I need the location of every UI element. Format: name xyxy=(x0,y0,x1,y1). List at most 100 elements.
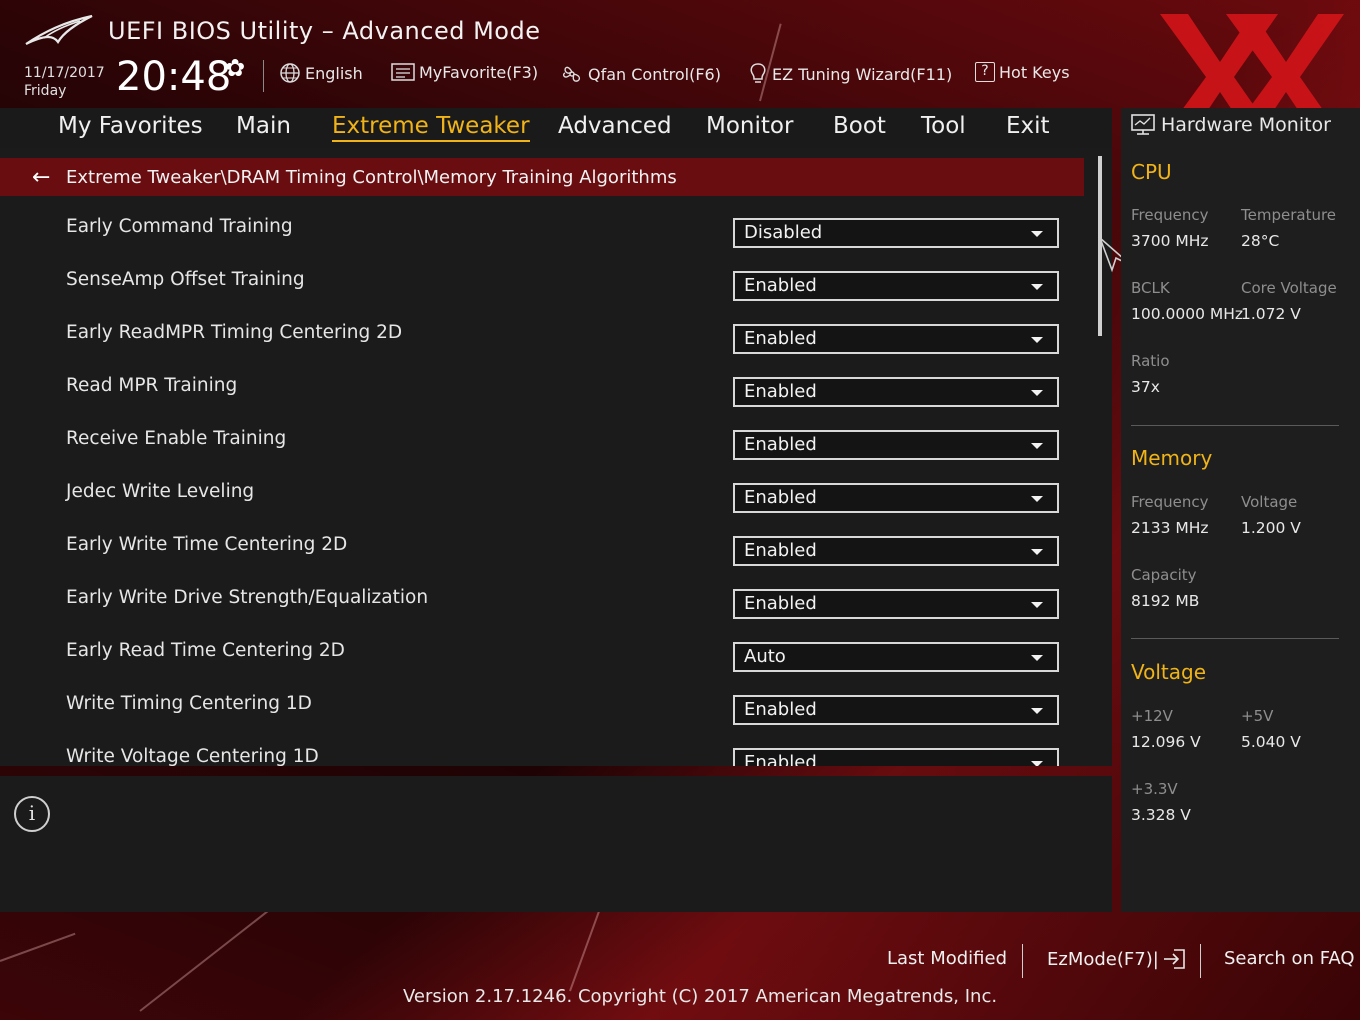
capacity-label: Capacity xyxy=(1131,566,1197,584)
setting-value: Enabled xyxy=(744,540,817,561)
ez-tuning-label: EZ Tuning Wizard(F11) xyxy=(772,64,953,84)
memory-voltage-value: 1.200 V xyxy=(1241,519,1301,537)
setting-row: Early Command Training Disabled xyxy=(0,214,1090,267)
setting-dropdown[interactable]: Enabled xyxy=(733,271,1059,301)
divider xyxy=(1022,944,1023,978)
setting-dropdown[interactable]: Disabled xyxy=(733,218,1059,248)
setting-label: Early Write Time Centering 2D xyxy=(66,534,348,555)
qfan-button[interactable]: Qfan Control(F6) xyxy=(560,62,721,86)
setting-dropdown[interactable]: Enabled xyxy=(733,589,1059,619)
ez-tuning-button[interactable]: EZ Tuning Wizard(F11) xyxy=(748,62,952,86)
v5-label: +5V xyxy=(1241,707,1274,725)
setting-dropdown[interactable]: Enabled xyxy=(733,695,1059,725)
tab-my-favorites[interactable]: My Favorites xyxy=(58,113,203,139)
globe-icon xyxy=(280,63,300,83)
divider xyxy=(1131,425,1339,426)
main-tab-bar: My Favorites Main Extreme Tweaker Advanc… xyxy=(0,108,1112,148)
setting-dropdown[interactable]: Enabled xyxy=(733,483,1059,513)
bclk-label: BCLK xyxy=(1131,279,1170,297)
setting-dropdown[interactable]: Enabled xyxy=(733,430,1059,460)
capacity-value: 8192 MB xyxy=(1131,592,1200,610)
setting-label: SenseAmp Offset Training xyxy=(66,269,305,290)
setting-row: Receive Enable Training Enabled xyxy=(0,426,1090,479)
rog-logo-icon xyxy=(25,14,93,45)
setting-label: Early ReadMPR Timing Centering 2D xyxy=(66,322,403,343)
tab-extreme-tweaker[interactable]: Extreme Tweaker xyxy=(332,113,530,142)
myfavorite-label: MyFavorite(F3) xyxy=(419,62,539,82)
tab-tool[interactable]: Tool xyxy=(921,113,966,139)
gear-icon[interactable]: ✿ xyxy=(225,54,245,82)
tab-monitor[interactable]: Monitor xyxy=(706,113,793,139)
clock: 20:48 xyxy=(116,54,232,100)
footer: Last Modified EzMode(F7)| Search on FAQ … xyxy=(0,912,1360,1020)
favorite-list-icon xyxy=(391,63,415,81)
setting-label: Early Write Drive Strength/Equalization xyxy=(66,587,429,608)
setting-dropdown[interactable]: Enabled xyxy=(733,324,1059,354)
search-faq-button[interactable]: Search on FAQ xyxy=(1224,948,1355,969)
chevron-down-icon xyxy=(1031,496,1043,502)
setting-value: Enabled xyxy=(744,381,817,402)
memory-frequency-label: Frequency xyxy=(1131,493,1209,511)
ezmode-label: EzMode(F7)| xyxy=(1047,948,1159,970)
setting-dropdown[interactable]: Enabled xyxy=(733,536,1059,566)
setting-row: Early Read Time Centering 2D Auto xyxy=(0,638,1090,691)
setting-value: Enabled xyxy=(744,328,817,349)
day-text: Friday xyxy=(24,83,67,99)
setting-value: Enabled xyxy=(744,752,817,766)
chevron-down-icon xyxy=(1031,231,1043,237)
chevron-down-icon xyxy=(1031,443,1043,449)
chevron-down-icon xyxy=(1031,337,1043,343)
chevron-down-icon xyxy=(1031,602,1043,608)
info-icon: i xyxy=(14,796,50,832)
setting-value: Enabled xyxy=(744,487,817,508)
back-arrow-icon[interactable]: ← xyxy=(32,165,60,190)
language-button[interactable]: English xyxy=(279,62,363,84)
hardware-monitor-title: Hardware Monitor xyxy=(1161,114,1331,136)
hardware-monitor-panel: Hardware Monitor CPU Frequency Temperatu… xyxy=(1121,108,1360,912)
setting-dropdown[interactable]: Enabled xyxy=(733,748,1059,766)
setting-label: Early Read Time Centering 2D xyxy=(66,640,345,661)
chevron-down-icon xyxy=(1031,655,1043,661)
chevron-down-icon xyxy=(1031,390,1043,396)
core-voltage-label: Core Voltage xyxy=(1241,279,1337,297)
setting-dropdown[interactable]: Auto xyxy=(733,642,1059,672)
setting-row: SenseAmp Offset Training Enabled xyxy=(0,267,1090,320)
setting-label: Early Command Training xyxy=(66,216,293,237)
myfavorite-button[interactable]: MyFavorite(F3) xyxy=(391,62,538,82)
monitor-icon xyxy=(1131,114,1155,135)
tab-main[interactable]: Main xyxy=(236,113,291,139)
cpu-frequency-value: 3700 MHz xyxy=(1131,232,1209,250)
date-text: 11/17/2017 xyxy=(24,65,105,81)
fan-icon xyxy=(562,66,581,82)
setting-dropdown[interactable]: Enabled xyxy=(733,377,1059,407)
bclk-value: 100.0000 MHz xyxy=(1131,305,1244,323)
app-title: UEFI BIOS Utility – Advanced Mode xyxy=(108,17,541,45)
setting-row: Write Voltage Centering 1D Enabled xyxy=(0,744,1090,766)
question-icon: ? xyxy=(975,62,995,82)
setting-row: Early ReadMPR Timing Centering 2D Enable… xyxy=(0,320,1090,373)
setting-row: Early Write Time Centering 2D Enabled xyxy=(0,532,1090,585)
setting-value: Enabled xyxy=(744,699,817,720)
cpu-temperature-value: 28°C xyxy=(1241,232,1280,250)
header: UEFI BIOS Utility – Advanced Mode 11/17/… xyxy=(0,0,1360,140)
tab-advanced[interactable]: Advanced xyxy=(558,113,672,139)
exit-arrow-icon xyxy=(1163,949,1185,969)
setting-label: Write Timing Centering 1D xyxy=(66,693,312,714)
memory-voltage-label: Voltage xyxy=(1241,493,1298,511)
chevron-down-icon xyxy=(1031,284,1043,290)
tab-boot[interactable]: Boot xyxy=(833,113,886,139)
ezmode-button[interactable]: EzMode(F7)| xyxy=(1047,948,1186,970)
lightbulb-icon xyxy=(750,63,766,83)
chevron-down-icon xyxy=(1031,761,1043,766)
cpu-section-title: CPU xyxy=(1131,160,1172,184)
hotkeys-button[interactable]: ? Hot Keys xyxy=(975,62,1070,82)
v12-label: +12V xyxy=(1131,707,1173,725)
divider xyxy=(1131,638,1339,639)
language-label: English xyxy=(305,63,363,83)
breadcrumb: ← Extreme Tweaker\DRAM Timing Control\Me… xyxy=(0,158,1084,196)
breadcrumb-path: Extreme Tweaker\DRAM Timing Control\Memo… xyxy=(66,166,677,188)
divider xyxy=(1200,944,1201,978)
last-modified-button[interactable]: Last Modified xyxy=(887,948,1007,969)
tab-exit[interactable]: Exit xyxy=(1006,113,1050,139)
cpu-frequency-label: Frequency xyxy=(1131,206,1209,224)
